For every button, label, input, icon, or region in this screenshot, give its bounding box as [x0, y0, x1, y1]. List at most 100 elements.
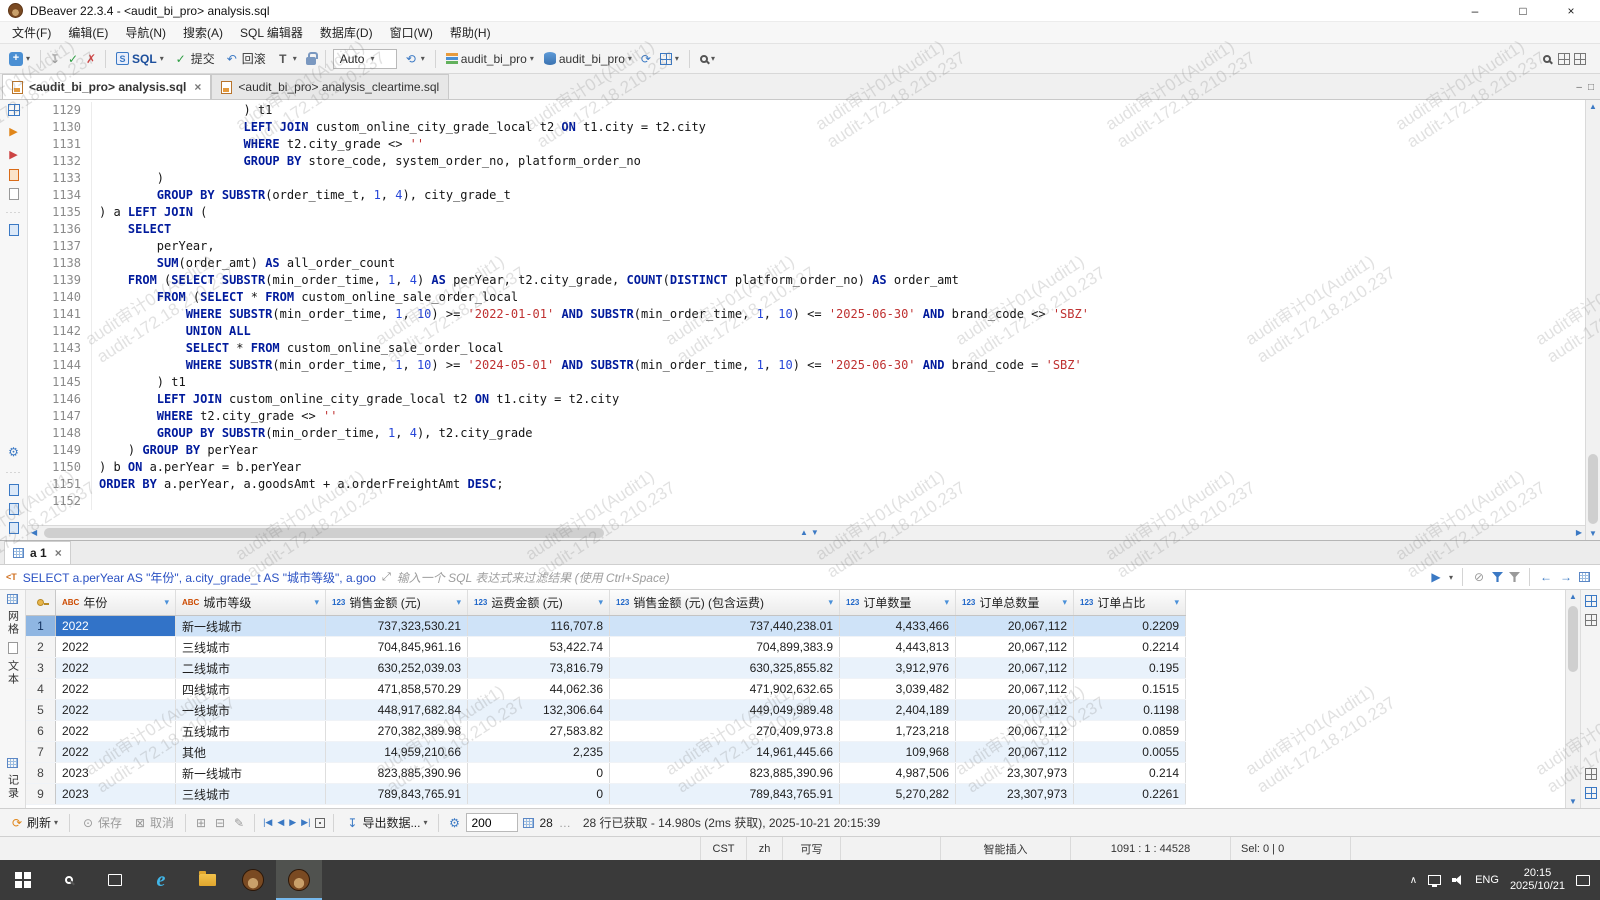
table-cell[interactable]: 0.0055 — [1074, 742, 1186, 762]
dbeaver-taskbar-button-active[interactable] — [276, 860, 322, 900]
last-row-button[interactable]: ▶| — [301, 817, 310, 828]
table-cell[interactable]: 449,049,989.48 — [610, 700, 840, 720]
next-row-button[interactable]: ▶ — [289, 817, 296, 828]
filter-funnel-icon[interactable] — [1492, 572, 1503, 582]
clear-filter-icon[interactable]: ⊘ — [1472, 569, 1486, 585]
scrollbar-thumb[interactable] — [44, 528, 604, 538]
scrollbar-thumb[interactable] — [1568, 606, 1578, 672]
execute-script-icon[interactable]: ▶ — [7, 146, 21, 162]
code-line[interactable]: 1144 WHERE SUBSTR(min_order_time, 1, 10)… — [28, 357, 1585, 374]
table-row[interactable]: 82023新一线城市823,885,390.960823,885,390.964… — [26, 763, 1186, 784]
metadata-panel-icon[interactable] — [1585, 768, 1597, 780]
table-cell[interactable]: 三线城市 — [176, 784, 326, 804]
table-cell[interactable]: 630,325,855.82 — [610, 658, 840, 678]
table-cell[interactable]: 2022 — [56, 721, 176, 741]
menu-database[interactable]: 数据库(D) — [312, 22, 381, 43]
column-header[interactable]: ABC城市等级▾ — [176, 590, 326, 615]
table-cell[interactable]: 2022 — [56, 637, 176, 657]
code-line[interactable]: 1129 ) t1 — [28, 102, 1585, 119]
network-icon[interactable] — [1428, 875, 1441, 885]
status-write-mode[interactable]: 可写 — [782, 837, 840, 860]
table-cell[interactable]: 0.0859 — [1074, 721, 1186, 741]
task-view-button[interactable] — [92, 860, 138, 900]
column-filter-icon[interactable]: ▾ — [456, 597, 461, 608]
table-cell[interactable]: 2022 — [56, 700, 176, 720]
table-cell[interactable]: 0 — [468, 784, 610, 804]
table-cell[interactable]: 20,067,112 — [956, 721, 1074, 741]
table-cell[interactable]: 二线城市 — [176, 658, 326, 678]
table-row[interactable]: 32022二线城市630,252,039.0373,816.79630,325,… — [26, 658, 1186, 679]
close-result-tab-icon[interactable]: × — [55, 546, 62, 560]
execute-statement-icon[interactable]: ▶ — [7, 123, 21, 139]
menu-sql-editor[interactable]: SQL 编辑器 — [232, 22, 311, 43]
code-line[interactable]: 1142 UNION ALL — [28, 323, 1585, 340]
table-cell[interactable]: 737,323,530.21 — [326, 616, 468, 636]
table-cell[interactable]: 4,443,813 — [840, 637, 956, 657]
value-viewer-icon[interactable] — [1585, 595, 1597, 607]
fetch-size-input[interactable] — [466, 813, 518, 832]
table-cell[interactable]: 20,067,112 — [956, 679, 1074, 699]
table-row[interactable]: 62022五线城市270,382,389.9827,583.82270,409,… — [26, 721, 1186, 742]
commit-all-icon[interactable]: ✓ — [66, 51, 80, 67]
database-selector[interactable]: audit_bi_pro ▾ — [541, 50, 635, 68]
minimize-button[interactable]: – — [1468, 4, 1482, 18]
code-area[interactable]: 1129 ) t11130 LEFT JOIN custom_online_ci… — [28, 100, 1585, 525]
layout-panel-icon[interactable] — [1585, 787, 1597, 799]
add-row-icon[interactable]: ⊞ — [194, 815, 208, 831]
table-cell[interactable]: 5,270,282 — [840, 784, 956, 804]
output-log-icon[interactable] — [9, 484, 19, 496]
language-indicator[interactable]: ENG — [1475, 874, 1499, 886]
rollback-button[interactable]: ↶ 回滚 — [222, 48, 269, 69]
minimize-panel-icon[interactable]: – — [1576, 82, 1582, 93]
notification-center-icon[interactable] — [1576, 875, 1590, 886]
volume-icon[interactable] — [1452, 874, 1464, 886]
refresh-button[interactable]: ⟳ 刷新 ▾ — [7, 812, 61, 833]
code-line[interactable]: 1135) a LEFT JOIN ( — [28, 204, 1585, 221]
transaction-mode-button[interactable]: T ▾ — [273, 49, 300, 69]
export-script-icon[interactable] — [9, 224, 19, 236]
grid-corner[interactable] — [26, 590, 56, 615]
code-line[interactable]: 1151ORDER BY a.perYear, a.goodsAmt + a.o… — [28, 476, 1585, 493]
lock-icon[interactable] — [304, 51, 318, 67]
close-button[interactable]: × — [1564, 4, 1578, 18]
close-tab-icon[interactable]: × — [194, 80, 201, 94]
table-cell[interactable]: 704,899,383.9 — [610, 637, 840, 657]
settings-gear-icon[interactable]: ⚙ — [7, 444, 21, 460]
table-cell[interactable]: 44,062.36 — [468, 679, 610, 699]
transaction-log-button[interactable]: ⟲ ▾ — [401, 49, 428, 69]
table-cell[interactable]: 3,039,482 — [840, 679, 956, 699]
maximize-button[interactable]: □ — [1516, 4, 1530, 18]
code-line[interactable]: 1132 GROUP BY store_code, system_order_n… — [28, 153, 1585, 170]
code-line[interactable]: 1148 GROUP BY SUBSTR(min_order_time, 1, … — [28, 425, 1585, 442]
filter-history-icon[interactable]: ▾ — [1449, 573, 1453, 582]
column-header[interactable]: 123运费金额 (元)▾ — [468, 590, 610, 615]
maximize-panel-icon[interactable]: □ — [1588, 82, 1594, 93]
export-data-button[interactable]: ↧ 导出数据... ▾ — [342, 812, 430, 833]
table-cell[interactable]: 4,433,466 — [840, 616, 956, 636]
filter-settings-icon[interactable] — [1509, 572, 1520, 582]
menu-window[interactable]: 窗口(W) — [382, 22, 441, 43]
grid-settings-gear-icon[interactable]: ⚙ — [447, 815, 461, 831]
hidden-icons-chevron-icon[interactable]: ∧ — [1410, 875, 1417, 886]
column-header[interactable]: 123订单总数量▾ — [956, 590, 1074, 615]
column-filter-icon[interactable]: ▾ — [828, 597, 833, 608]
menu-edit[interactable]: 编辑(E) — [60, 22, 116, 43]
apply-filter-icon[interactable]: ▶ — [1429, 569, 1443, 585]
row-number[interactable]: 6 — [26, 721, 56, 741]
text-view-icon[interactable] — [8, 642, 18, 654]
table-cell[interactable]: 27,583.82 — [468, 721, 610, 741]
status-insert-mode[interactable]: 智能插入 — [940, 837, 1070, 860]
tab-analysis-sql[interactable]: <audit_bi_pro> analysis.sql × — [2, 74, 211, 99]
script-output-icon[interactable] — [9, 188, 19, 200]
table-cell[interactable]: 823,885,390.96 — [610, 763, 840, 783]
grid-view-icon[interactable] — [7, 594, 18, 604]
fetch-next-icon[interactable]: ↧ — [48, 51, 62, 67]
table-cell[interactable]: 630,252,039.03 — [326, 658, 468, 678]
history-forward-icon[interactable]: → — [1559, 569, 1573, 585]
table-row[interactable]: 92023三线城市789,843,765.910789,843,765.915,… — [26, 784, 1186, 805]
navigator-panel-icon[interactable] — [8, 104, 20, 116]
internet-explorer-button[interactable]: e — [138, 860, 184, 900]
row-number[interactable]: 7 — [26, 742, 56, 762]
table-cell[interactable]: 132,306.64 — [468, 700, 610, 720]
cancel-button[interactable]: ⊠ 取消 — [130, 812, 177, 833]
